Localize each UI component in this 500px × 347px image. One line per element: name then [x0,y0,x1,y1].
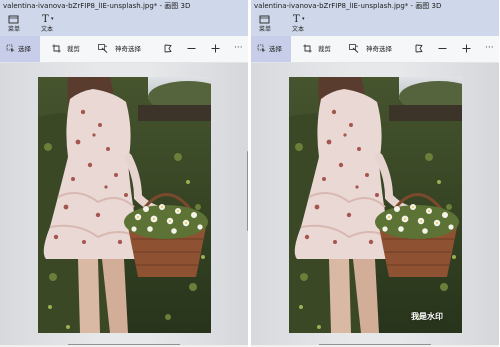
menu-icon [8,15,19,24]
menu-button[interactable]: 菜单 [252,14,278,35]
magic-select-icon [98,44,108,53]
canvas-area[interactable]: 我是水印 [251,63,499,345]
zoom-out-icon [438,48,447,49]
crop-tool[interactable]: 裁剪 [299,36,337,62]
crop-tool-label: 裁剪 [318,45,331,53]
toolbar: 选择 裁剪 神奇选择 ··· [251,36,499,63]
chevron-down-icon: ▾ [51,16,54,22]
chevron-down-icon: ▾ [302,16,305,22]
crop-icon [303,44,312,53]
select-icon [257,44,266,53]
paint3d-window-left: valentina-ivanova-bZrFIP8_lIE-unsplash.j… [0,0,248,347]
select-tool[interactable]: 选择 [251,36,291,62]
select-tool-label: 选择 [18,45,31,53]
zoom-in-icon [462,44,471,53]
window-title: valentina-ivanova-bZrFIP8_lIE-unsplash.j… [3,2,191,10]
magic-select-icon [349,44,359,53]
text-icon: T [293,14,300,25]
zoom-out-icon [187,48,196,49]
text-button-label: 文本 [40,26,53,33]
canvas-area[interactable] [0,63,248,345]
zoom-out-button[interactable] [434,36,450,62]
title-bar: valentina-ivanova-bZrFIP8_lIE-unsplash.j… [251,0,499,12]
menu-bar: 菜单 T ▾ 文本 [251,12,499,36]
menu-button-label: 菜单 [7,26,20,33]
window-title: valentina-ivanova-bZrFIP8_lIE-unsplash.j… [254,2,442,10]
select-icon [6,44,15,53]
zoom-in-button[interactable] [458,36,474,62]
select-tool-label: 选择 [269,45,282,53]
flip-icon [415,44,423,53]
text-icon: T [42,14,49,25]
magic-select-tool-label: 神奇选择 [115,45,141,53]
crop-tool-label: 裁剪 [67,45,80,53]
text-button[interactable]: T ▾ 文本 [285,14,311,35]
zoom-out-button[interactable] [183,36,199,62]
magic-select-tool-label: 神奇选择 [366,45,392,53]
menu-button-label: 菜单 [258,26,271,33]
menu-button[interactable]: 菜单 [1,14,27,35]
paint3d-window-right: valentina-ivanova-bZrFIP8_lIE-unsplash.j… [251,0,499,347]
more-icon[interactable]: ··· [485,43,494,53]
magic-select-tool[interactable]: 神奇选择 [345,36,403,62]
select-tool[interactable]: 选择 [0,36,40,62]
canvas-photo[interactable] [38,77,211,333]
flip-button[interactable] [411,36,427,62]
more-icon[interactable]: ··· [234,43,243,53]
text-button-label: 文本 [291,26,304,33]
crop-tool[interactable]: 裁剪 [48,36,86,62]
crop-icon [52,44,61,53]
menu-icon [259,15,270,24]
flip-icon [164,44,172,53]
zoom-in-button[interactable] [207,36,223,62]
title-bar: valentina-ivanova-bZrFIP8_lIE-unsplash.j… [0,0,248,12]
text-button[interactable]: T ▾ 文本 [34,14,60,35]
canvas-photo[interactable]: 我是水印 [289,77,462,333]
zoom-in-icon [211,44,220,53]
watermark-text: 我是水印 [411,312,443,321]
magic-select-tool[interactable]: 神奇选择 [94,36,152,62]
menu-bar: 菜单 T ▾ 文本 [0,12,248,36]
toolbar: 选择 裁剪 神奇选择 ··· [0,36,248,63]
flip-button[interactable] [160,36,176,62]
